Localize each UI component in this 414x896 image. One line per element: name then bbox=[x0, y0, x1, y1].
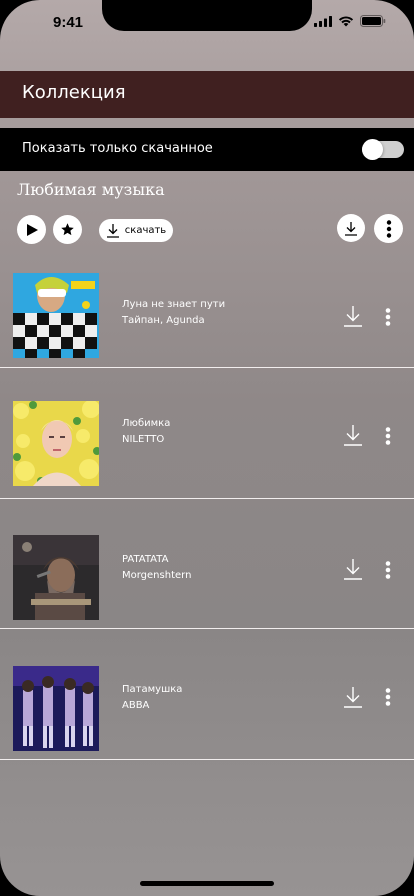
track-title: PATATATA bbox=[122, 554, 169, 565]
track-more-icon[interactable] bbox=[384, 308, 392, 326]
status-icons bbox=[314, 15, 386, 27]
download-icon bbox=[106, 224, 119, 238]
toggle-knob bbox=[362, 139, 383, 160]
album-cover-art bbox=[13, 401, 99, 486]
track-artist: Morgenshtern bbox=[122, 570, 192, 581]
download-icon bbox=[345, 221, 357, 236]
album-cover-art bbox=[13, 535, 99, 620]
track-more-icon[interactable] bbox=[384, 688, 392, 706]
home-indicator[interactable] bbox=[140, 881, 274, 886]
track-row[interactable]: Луна не знает пути Тайпан, Agunda bbox=[0, 238, 414, 368]
download-playlist-label: скачать bbox=[124, 225, 167, 236]
track-title: Луна не знает пути bbox=[122, 299, 226, 310]
track-info: PATATATA Morgenshtern bbox=[122, 552, 191, 584]
track-download-icon[interactable] bbox=[343, 305, 363, 327]
status-bar: 9:41 bbox=[0, 0, 414, 46]
play-icon bbox=[26, 223, 38, 236]
playlist-title: Любимая музыка bbox=[17, 180, 165, 199]
track-row[interactable]: Любимка NILETTO bbox=[0, 369, 414, 499]
album-cover bbox=[13, 273, 99, 358]
downloaded-filter-label: Показать только скачанное bbox=[22, 141, 213, 156]
phone-frame: 9:41 Коллекция Показать только скачанное… bbox=[0, 0, 414, 896]
track-more-icon[interactable] bbox=[384, 427, 392, 445]
track-info: Любимка NILETTO bbox=[122, 416, 170, 448]
wifi-icon bbox=[338, 16, 354, 27]
track-download-icon[interactable] bbox=[343, 686, 363, 708]
track-artist: Тайпан, Agunda bbox=[122, 315, 205, 326]
track-info: Луна не знает пути Тайпан, Agunda bbox=[122, 297, 225, 329]
downloaded-filter-bar: Показать только скачанное bbox=[0, 128, 414, 171]
album-cover-art bbox=[13, 273, 99, 358]
downloaded-only-toggle[interactable] bbox=[362, 139, 404, 160]
screen: 9:41 Коллекция Показать только скачанное… bbox=[0, 0, 414, 896]
album-cover bbox=[13, 535, 99, 620]
track-row[interactable]: Патамушка ABBA bbox=[0, 629, 414, 760]
notch bbox=[102, 0, 312, 31]
track-more-icon[interactable] bbox=[384, 561, 392, 579]
track-title: Любимка bbox=[122, 418, 171, 429]
more-vertical-icon bbox=[386, 219, 391, 238]
battery-icon bbox=[360, 15, 386, 27]
track-download-icon[interactable] bbox=[343, 558, 363, 580]
app-header: Коллекция bbox=[0, 71, 414, 118]
track-artist: NILETTO bbox=[122, 434, 165, 445]
album-cover-art bbox=[13, 666, 99, 751]
track-info: Патамушка ABBA bbox=[122, 682, 182, 714]
album-cover bbox=[13, 401, 99, 486]
track-title: Патамушка bbox=[122, 684, 183, 695]
star-icon bbox=[61, 223, 74, 236]
signal-icon bbox=[314, 15, 332, 27]
page-title: Коллекция bbox=[22, 82, 126, 103]
track-row[interactable]: PATATATA Morgenshtern bbox=[0, 499, 414, 629]
track-download-icon[interactable] bbox=[343, 424, 363, 446]
album-cover bbox=[13, 666, 99, 751]
track-artist: ABBA bbox=[122, 700, 150, 711]
status-time: 9:41 bbox=[53, 14, 84, 31]
